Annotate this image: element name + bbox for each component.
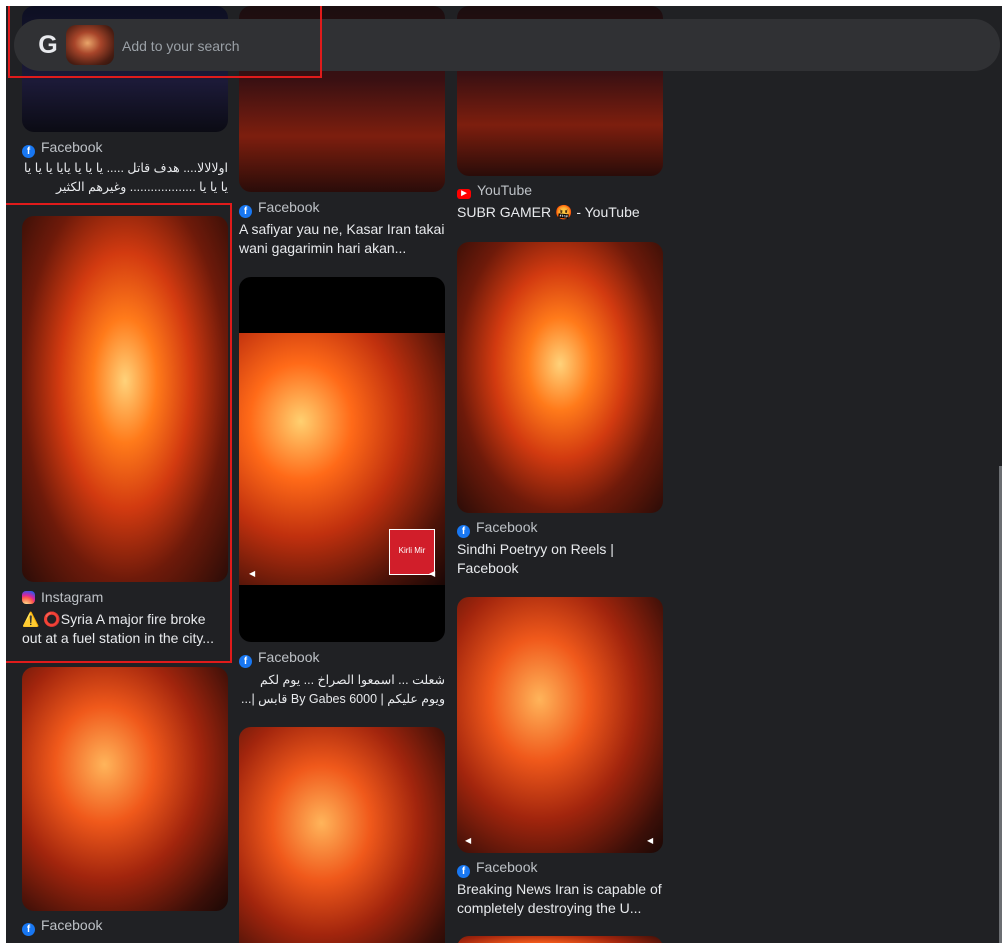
result-thumbnail[interactable] (239, 727, 445, 943)
mute-icon[interactable]: ◀ (249, 570, 259, 578)
result-title[interactable]: Sindhi Poetryy on Reels | Facebook (457, 540, 663, 578)
results-page: G fFacebook اولالالا.... هدف قاتل ..... … (6, 6, 1002, 943)
facebook-icon: f (239, 655, 252, 668)
instagram-result-highlight-frame (6, 203, 232, 663)
result-video-thumbnail[interactable]: Kirli Mir ◀ ◀ (239, 277, 445, 642)
result-title[interactable]: SUBR GAMER 🤬 - YouTube (457, 203, 663, 223)
result-source[interactable]: f Facebook (22, 138, 102, 158)
result-source[interactable]: ▶ YouTube (457, 181, 532, 199)
result-thumbnail[interactable] (457, 936, 663, 943)
result-thumbnail[interactable] (457, 242, 663, 513)
result-title[interactable]: شعلت ... اسمعوا الصراخ ... يوم لكم ويوم … (239, 671, 445, 709)
facebook-icon: f (457, 525, 470, 538)
result-source[interactable]: f Facebook (239, 648, 319, 668)
search-highlight-frame (8, 6, 322, 78)
result-source[interactable]: f Facebook (457, 858, 537, 878)
result-source[interactable]: f Facebook (457, 518, 537, 538)
mute-icon[interactable]: ◀ (465, 837, 475, 845)
result-title[interactable]: اولالالا.... هدف قاتل ..... يا يا يا ياي… (22, 159, 228, 197)
result-source[interactable]: f Facebook (22, 916, 102, 936)
mute-icon[interactable]: ◀ (647, 837, 657, 845)
result-title[interactable]: A safiyar yau ne, Kasar Iran takai wani … (239, 220, 445, 258)
result-source[interactable]: f Facebook (239, 198, 319, 218)
youtube-icon: ▶ (457, 189, 471, 199)
result-thumbnail[interactable] (22, 667, 228, 911)
result-title[interactable]: Breaking News Iran is capable of complet… (457, 880, 663, 918)
mute-icon[interactable]: ◀ (429, 570, 439, 578)
facebook-icon: f (239, 205, 252, 218)
result-thumbnail[interactable]: ◀ ◀ (457, 597, 663, 853)
facebook-icon: f (22, 145, 35, 158)
facebook-icon: f (457, 865, 470, 878)
facebook-icon: f (22, 923, 35, 936)
